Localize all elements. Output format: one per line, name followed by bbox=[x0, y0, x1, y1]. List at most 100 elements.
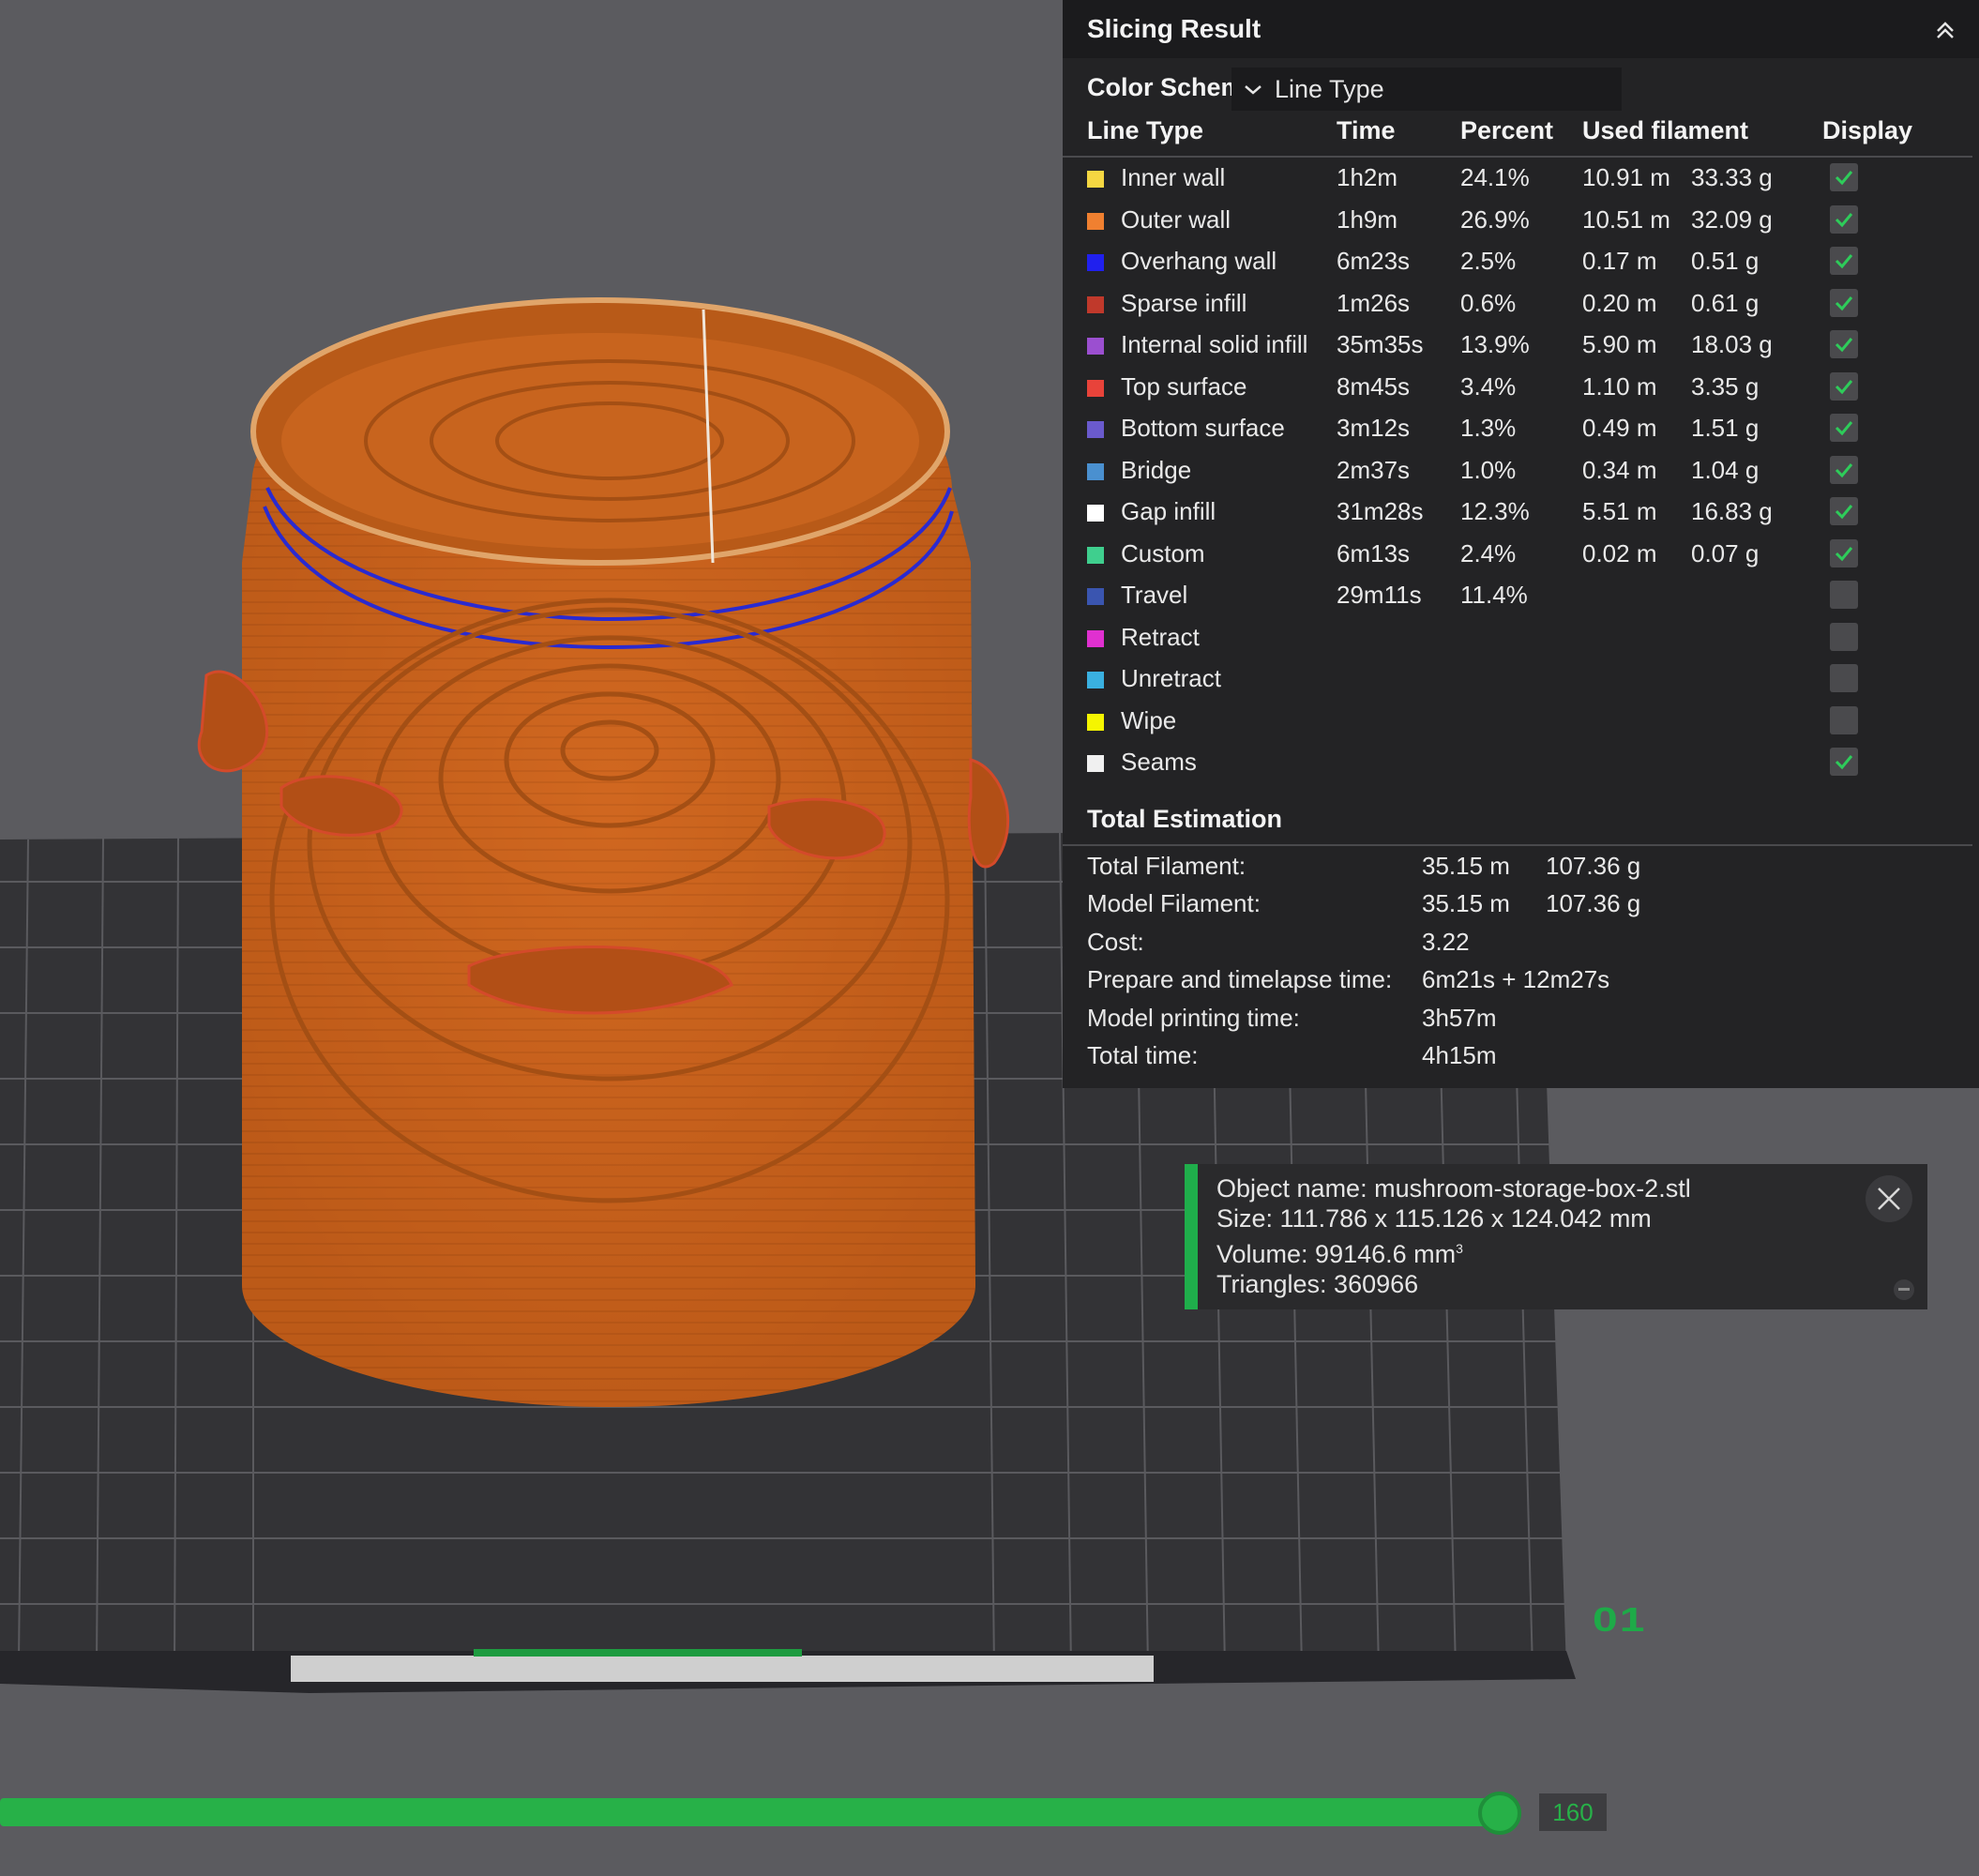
display-checkbox[interactable] bbox=[1830, 581, 1858, 609]
total-label: Model printing time: bbox=[1087, 1003, 1300, 1032]
object-volume-unit-exponent: 3 bbox=[1456, 1241, 1463, 1256]
time-value: 29m11s bbox=[1337, 581, 1422, 609]
panel-title: Slicing Result bbox=[1087, 14, 1261, 43]
check-icon bbox=[1835, 462, 1853, 477]
color-swatch bbox=[1087, 505, 1104, 522]
display-checkbox[interactable] bbox=[1830, 455, 1858, 484]
filament-weight: 0.07 g bbox=[1691, 538, 1760, 567]
display-checkbox[interactable] bbox=[1830, 497, 1858, 525]
check-icon bbox=[1835, 338, 1853, 353]
object-volume: Volume: 99146.6 mm3 bbox=[1216, 1233, 1927, 1269]
total-value: 3h57m bbox=[1422, 1003, 1497, 1032]
time-value: 1h9m bbox=[1337, 204, 1398, 234]
display-checkbox[interactable] bbox=[1830, 247, 1858, 275]
layer-slider-handle[interactable] bbox=[1478, 1792, 1521, 1835]
line-type-name: Gap infill bbox=[1121, 497, 1216, 525]
percent-value: 1.3% bbox=[1460, 414, 1517, 442]
filament-weight: 0.51 g bbox=[1691, 247, 1760, 275]
filament-weight: 1.04 g bbox=[1691, 455, 1760, 484]
display-checkbox[interactable] bbox=[1830, 414, 1858, 442]
time-value: 8m45s bbox=[1337, 371, 1411, 401]
display-checkbox[interactable] bbox=[1830, 204, 1858, 234]
color-scheme-row: Color Scheme Line Type bbox=[1087, 66, 1622, 111]
total-row: Model Filament: 35.15 m 107.36 g bbox=[1063, 889, 1979, 927]
table-row: Sparse infill 1m26s 0.6% 0.20 m 0.61 g bbox=[1063, 287, 1979, 329]
filament-weight: 33.33 g bbox=[1691, 163, 1773, 191]
time-value: 2m37s bbox=[1337, 455, 1411, 484]
color-swatch bbox=[1087, 672, 1104, 688]
total-label: Total time: bbox=[1087, 1040, 1199, 1069]
total-label: Prepare and timelapse time: bbox=[1087, 965, 1393, 994]
close-icon[interactable] bbox=[1866, 1175, 1912, 1222]
percent-value: 12.3% bbox=[1460, 497, 1530, 525]
display-checkbox[interactable] bbox=[1830, 330, 1858, 358]
display-checkbox[interactable] bbox=[1830, 288, 1858, 317]
check-icon bbox=[1835, 421, 1853, 436]
minimize-icon[interactable] bbox=[1894, 1279, 1914, 1300]
check-icon bbox=[1835, 254, 1853, 269]
line-type-table: Inner wall 1h2m 24.1% 10.91 m 33.33 g Outer w… bbox=[1063, 161, 1979, 788]
line-type-name: Seams bbox=[1121, 748, 1197, 776]
color-scheme-value: Line Type bbox=[1275, 74, 1384, 103]
time-value: 6m13s bbox=[1337, 538, 1411, 567]
line-type-name: Bottom surface bbox=[1121, 414, 1285, 442]
time-value: 3m12s bbox=[1337, 414, 1411, 442]
total-estimation-title: Total Estimation bbox=[1087, 805, 1283, 833]
display-checkbox[interactable] bbox=[1830, 705, 1858, 734]
display-checkbox[interactable] bbox=[1830, 538, 1858, 567]
filament-weight: 1.51 g bbox=[1691, 414, 1760, 442]
filament-length: 5.51 m bbox=[1582, 497, 1657, 525]
total-row: Model printing time: 3h57m bbox=[1063, 1004, 1979, 1041]
chevron-down-icon bbox=[1231, 83, 1275, 96]
chevron-up-icon[interactable] bbox=[1928, 13, 1962, 47]
display-checkbox[interactable] bbox=[1830, 664, 1858, 692]
total-estimation-table: Total Filament: 35.15 m 107.36 g Model Fila… bbox=[1063, 852, 1979, 1079]
object-size: Size: 111.786 x 115.126 x 124.042 mm bbox=[1216, 1204, 1652, 1233]
display-checkbox[interactable] bbox=[1830, 371, 1858, 401]
table-row: Bottom surface 3m12s 1.3% 0.49 m 1.51 g bbox=[1063, 412, 1979, 454]
table-row: Custom 6m13s 2.4% 0.02 m 0.07 g bbox=[1063, 537, 1979, 580]
line-type-name: Travel bbox=[1121, 581, 1188, 609]
display-checkbox[interactable] bbox=[1830, 163, 1858, 191]
percent-value: 3.4% bbox=[1460, 371, 1517, 401]
line-type-name: Inner wall bbox=[1121, 163, 1226, 191]
color-swatch bbox=[1087, 295, 1104, 313]
filament-weight: 3.35 g bbox=[1691, 371, 1760, 401]
object-triangles: Triangles: 360966 bbox=[1216, 1270, 1419, 1298]
percent-value: 26.9% bbox=[1460, 204, 1530, 234]
total-label: Total Filament: bbox=[1087, 852, 1246, 880]
filament-weight: 0.61 g bbox=[1691, 288, 1760, 317]
table-row: Retract bbox=[1063, 621, 1979, 663]
sliced-model[interactable] bbox=[197, 297, 1010, 1407]
header-line-type: Line Type bbox=[1087, 116, 1204, 144]
line-type-name: Wipe bbox=[1121, 705, 1177, 734]
filament-weight: 32.09 g bbox=[1691, 204, 1773, 234]
layer-slider-track[interactable] bbox=[0, 1798, 1500, 1826]
time-value: 35m35s bbox=[1337, 330, 1424, 358]
percent-value: 2.4% bbox=[1460, 538, 1517, 567]
table-row: Overhang wall 6m23s 2.5% 0.17 m 0.51 g bbox=[1063, 245, 1979, 287]
table-row: Seams bbox=[1063, 746, 1979, 788]
display-checkbox[interactable] bbox=[1830, 748, 1858, 776]
time-value: 6m23s bbox=[1337, 247, 1411, 275]
total-value: 35.15 m bbox=[1422, 889, 1510, 918]
check-icon bbox=[1835, 755, 1853, 770]
total-label: Model Filament: bbox=[1087, 889, 1261, 918]
display-checkbox[interactable] bbox=[1830, 622, 1858, 651]
check-icon bbox=[1835, 171, 1853, 186]
filament-length: 0.02 m bbox=[1582, 538, 1657, 567]
color-swatch bbox=[1087, 171, 1104, 188]
check-icon bbox=[1835, 212, 1853, 227]
total-value: 4h15m bbox=[1422, 1040, 1497, 1069]
line-type-name: Unretract bbox=[1121, 664, 1221, 692]
header-percent: Percent bbox=[1460, 116, 1554, 144]
color-swatch bbox=[1087, 588, 1104, 605]
color-scheme-select[interactable]: Line Type bbox=[1231, 68, 1622, 111]
total-value-secondary: 107.36 g bbox=[1546, 852, 1641, 880]
total-row: Prepare and timelapse time: 6m21s + 12m27… bbox=[1063, 965, 1979, 1003]
object-info-popup: Object name: mushroom-storage-box-2.stl … bbox=[1185, 1164, 1927, 1309]
color-swatch bbox=[1087, 379, 1104, 397]
filament-length: 1.10 m bbox=[1582, 371, 1657, 401]
filament-length: 0.49 m bbox=[1582, 414, 1657, 442]
total-value: 35.15 m bbox=[1422, 852, 1510, 880]
